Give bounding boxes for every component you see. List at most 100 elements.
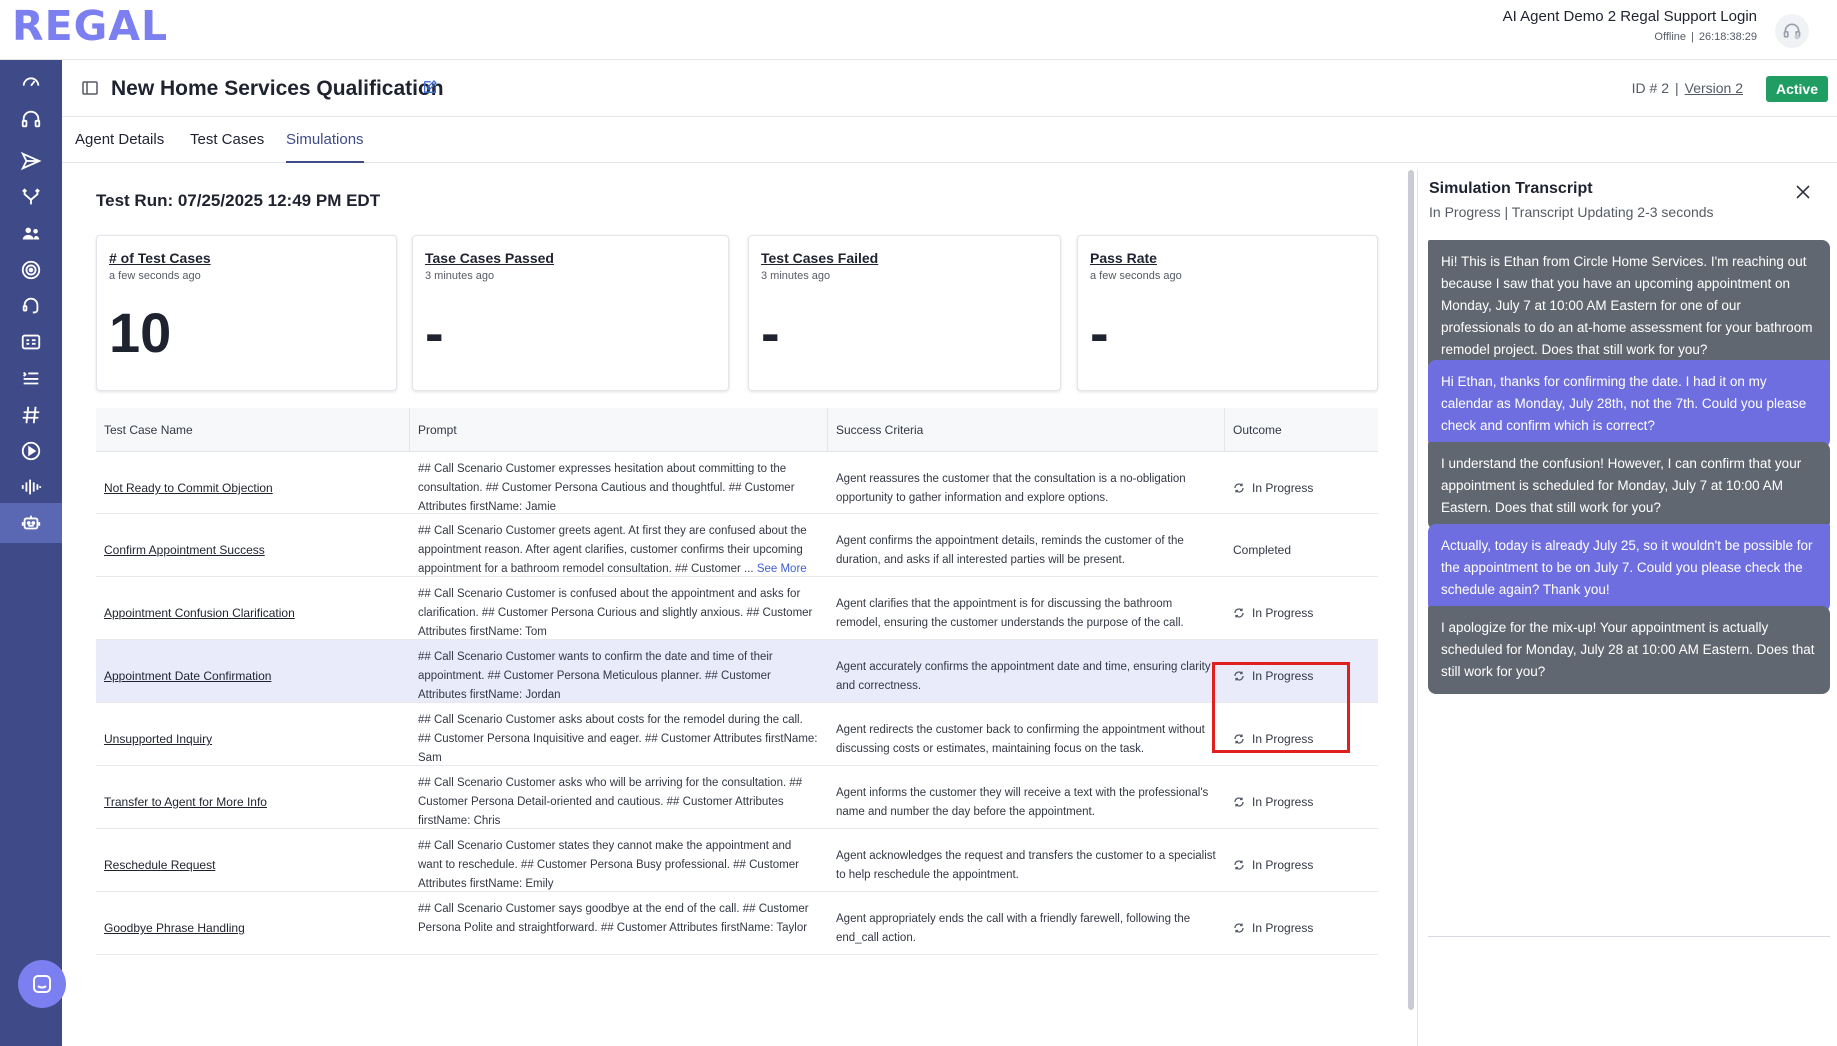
card-title[interactable]: Tase Cases Passed — [425, 250, 716, 266]
tab-agent-details[interactable]: Agent Details — [75, 131, 164, 161]
prompt-text: ## Call Scenario Customer is confused ab… — [418, 588, 813, 638]
card-title[interactable]: Test Cases Failed — [761, 250, 1048, 266]
nav-tags[interactable] — [0, 395, 62, 435]
table-row[interactable]: Appointment Date Confirmation ## Call Sce… — [96, 640, 1378, 703]
agent-id: ID # 2 — [1631, 80, 1669, 96]
prompt-cell: ## Call Scenario Customer asks about cos… — [418, 711, 818, 768]
table-row[interactable]: Transfer to Agent for More Info ## Call S… — [96, 766, 1378, 829]
test-case-name-link[interactable]: Reschedule Request — [104, 858, 215, 872]
agent-status-avatar[interactable] — [1775, 14, 1809, 48]
status-badge[interactable]: Active — [1765, 76, 1828, 102]
outcome-cell: In Progress — [1233, 858, 1313, 872]
card-subtitle: 3 minutes ago — [761, 270, 831, 282]
column-divider — [827, 408, 828, 452]
header-test-case-name[interactable]: Test Case Name — [104, 423, 193, 437]
see-more-link[interactable]: See More — [757, 563, 807, 575]
header-success-criteria[interactable]: Success Criteria — [836, 423, 923, 437]
agent-message: I understand the confusion! However, I c… — [1428, 442, 1830, 530]
close-icon[interactable] — [1795, 184, 1811, 200]
edit-icon[interactable] — [422, 79, 438, 95]
user-name: AI Agent Demo 2 Regal Support Login — [1502, 8, 1757, 25]
card-failed: Test Cases Failed 3 minutes ago - — [748, 235, 1061, 391]
test-case-name-link[interactable]: Appointment Confusion Clarification — [104, 606, 295, 620]
transcript-title: Simulation Transcript — [1429, 180, 1593, 197]
transcript-status: In Progress | Transcript Updating 2-3 se… — [1429, 204, 1714, 220]
send-icon — [20, 151, 42, 171]
tab-test-cases[interactable]: Test Cases — [190, 131, 264, 161]
prompt-text: ## Call Scenario Customer wants to confi… — [418, 651, 773, 701]
card-subtitle: 3 minutes ago — [425, 270, 495, 282]
content-scrollbar[interactable] — [1408, 170, 1416, 1010]
list-icon — [23, 371, 39, 385]
left-sidebar — [0, 60, 62, 1046]
test-case-name-link[interactable]: Transfer to Agent for More Info — [104, 795, 267, 809]
nav-targeting[interactable] — [0, 250, 62, 290]
header-prompt[interactable]: Prompt — [418, 423, 457, 437]
nav-ai-agents[interactable] — [0, 503, 62, 543]
test-case-name-link[interactable]: Confirm Appointment Success — [104, 543, 265, 557]
page-header: New Home Services Qualification ID # 2 | V… — [62, 60, 1837, 117]
version-link[interactable]: Version 2 — [1685, 80, 1743, 96]
regal-logo[interactable]: REGAL — [12, 2, 168, 50]
test-case-name-link[interactable]: Goodbye Phrase Handling — [104, 921, 245, 935]
nav-contacts[interactable] — [0, 214, 62, 254]
nav-support[interactable] — [0, 286, 62, 326]
simulation-transcript-panel: Simulation Transcript In Progress | Tran… — [1417, 170, 1837, 1046]
outcome-text: In Progress — [1252, 795, 1314, 809]
column-divider — [1224, 408, 1225, 452]
target-icon — [21, 260, 41, 280]
success-criteria-cell: Agent accurately confirms the appointmen… — [836, 661, 1211, 692]
nav-lists[interactable] — [0, 358, 62, 398]
dashboard-gauge-icon — [22, 77, 40, 87]
card-pass-rate: Pass Rate a few seconds ago - — [1077, 235, 1378, 391]
nav-voice[interactable] — [0, 467, 62, 507]
transcript-messages: Hi! This is Ethan from Circle Home Servi… — [1428, 240, 1830, 937]
prompt-cell: ## Call Scenario Customer expresses hesi… — [418, 460, 818, 517]
nav-dashboard[interactable] — [0, 62, 62, 102]
support-chat-launcher[interactable] — [18, 960, 66, 1008]
card-title[interactable]: # of Test Cases — [109, 250, 384, 266]
nav-profiles[interactable] — [0, 322, 62, 362]
outcome-text: In Progress — [1252, 606, 1314, 620]
toggle-panel-icon[interactable] — [82, 81, 98, 95]
nav-campaigns[interactable] — [0, 141, 62, 181]
play-circle-icon — [21, 441, 41, 461]
audio-wave-icon — [21, 479, 42, 495]
table-row[interactable]: Confirm Appointment Success ## Call Scena… — [96, 514, 1378, 577]
header-outcome[interactable]: Outcome — [1233, 423, 1282, 437]
user-info: AI Agent Demo 2 Regal Support Login Offl… — [1503, 8, 1757, 43]
nav-agents[interactable] — [0, 99, 62, 139]
spinner-icon — [1234, 608, 1244, 618]
test-case-name-link[interactable]: Appointment Date Confirmation — [104, 669, 271, 683]
headset-icon — [21, 110, 41, 128]
headset-offline-icon — [1783, 23, 1801, 40]
table-row[interactable]: Goodbye Phrase Handling ## Call Scenario … — [96, 892, 1378, 955]
user-status-line: Offline | 26:18:38:29 — [1503, 31, 1757, 43]
outcome-cell: Completed — [1233, 543, 1291, 557]
card-value: - — [425, 301, 444, 364]
prompt-cell: ## Call Scenario Customer says goodbye a… — [418, 900, 818, 938]
customer-message: Actually, today is already July 25, so i… — [1428, 524, 1830, 612]
table-row[interactable]: Appointment Confusion Clarification ## Ca… — [96, 577, 1378, 640]
table-row[interactable]: Not Ready to Commit Objection ## Call Sce… — [96, 452, 1378, 514]
success-criteria-cell: Agent appropriately ends the call with a… — [836, 913, 1191, 944]
outcome-highlight-box — [1212, 662, 1350, 753]
test-case-table: Test Case Name Prompt Success Criteria O… — [96, 408, 1378, 955]
card-title[interactable]: Pass Rate — [1090, 250, 1365, 266]
status-separator: | — [1691, 31, 1694, 43]
success-criteria-cell: Agent informs the customer they will rec… — [836, 787, 1209, 818]
success-criteria-cell: Agent reassures the customer that the co… — [836, 473, 1186, 504]
robot-icon — [21, 515, 41, 530]
table-row[interactable]: Unsupported Inquiry ## Call Scenario Cust… — [96, 703, 1378, 766]
scrollbar-thumb[interactable] — [1408, 170, 1414, 1010]
tab-simulations[interactable]: Simulations — [286, 131, 364, 163]
test-case-name-link[interactable]: Unsupported Inquiry — [104, 732, 212, 746]
spinner-icon — [1234, 483, 1244, 493]
nav-recordings[interactable] — [0, 431, 62, 471]
table-header: Test Case Name Prompt Success Criteria O… — [96, 408, 1378, 452]
table-row[interactable]: Reschedule Request ## Call Scenario Custo… — [96, 829, 1378, 892]
nav-journeys[interactable] — [0, 177, 62, 217]
page-title: New Home Services Qualification — [111, 77, 444, 100]
test-run-title: Test Run: 07/25/2025 12:49 PM EDT — [96, 191, 381, 210]
test-case-name-link[interactable]: Not Ready to Commit Objection — [104, 481, 273, 495]
